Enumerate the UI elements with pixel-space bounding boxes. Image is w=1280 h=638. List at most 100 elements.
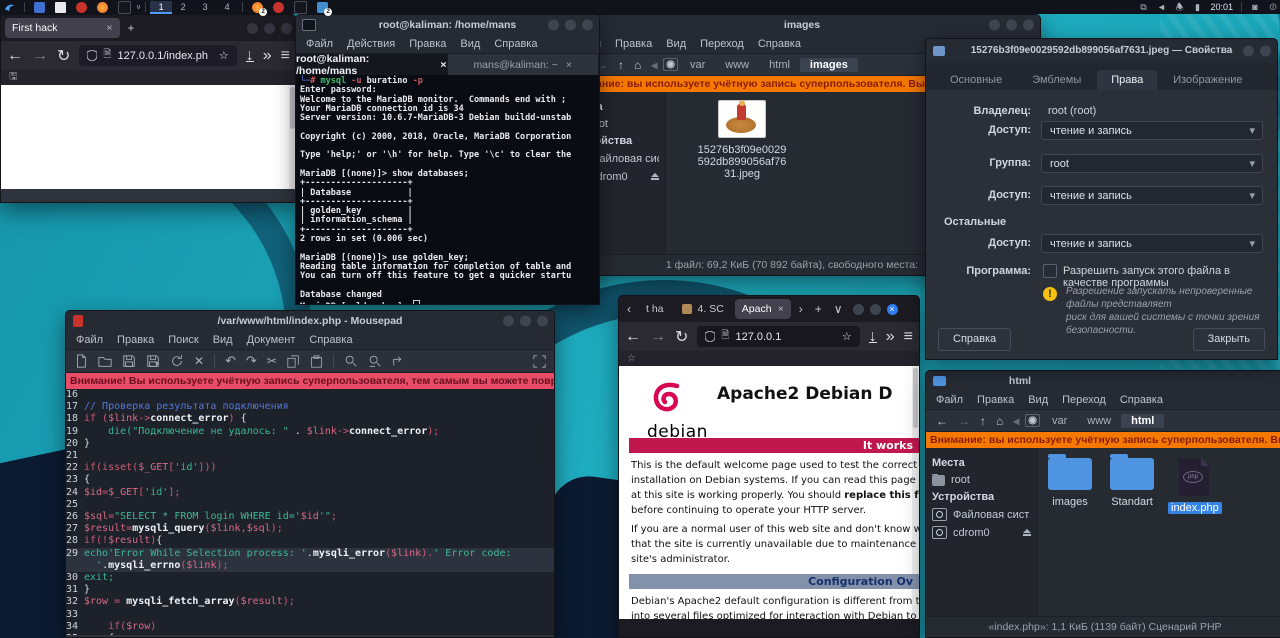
save-icon[interactable]: [122, 354, 136, 368]
file-item-images[interactable]: images: [1044, 458, 1096, 514]
new-tab-button[interactable]: +: [124, 21, 139, 35]
breadcrumb-www[interactable]: www: [1077, 414, 1121, 428]
filemanager-launcher-icon[interactable]: [34, 2, 45, 13]
menu-hamburger-icon[interactable]: ≡: [904, 328, 913, 346]
home-icon[interactable]: ⌂: [630, 58, 645, 72]
close-button[interactable]: [1023, 19, 1034, 30]
battery-icon[interactable]: ▮: [1192, 2, 1202, 12]
menu-item-Справка[interactable]: Справка: [309, 334, 352, 346]
back-icon[interactable]: ←: [932, 414, 952, 428]
save-as-icon[interactable]: [146, 354, 160, 368]
paste-icon[interactable]: [310, 355, 323, 368]
up-icon[interactable]: ↑: [614, 58, 628, 72]
workspace-button-4[interactable]: 4: [216, 1, 238, 14]
close-tab-icon[interactable]: ×: [440, 59, 446, 71]
terminal-output[interactable]: └─# mysql -u buratino -pEnter password:W…: [296, 75, 599, 305]
close-dialog-button[interactable]: Закрыть: [1193, 328, 1265, 351]
maximize-button[interactable]: [264, 23, 275, 34]
notifications-bell-icon[interactable]: 🕭: [1174, 2, 1184, 12]
close-button[interactable]: [537, 315, 548, 326]
launcher-dropdown-icon[interactable]: ∨: [136, 3, 141, 11]
help-button[interactable]: Справка: [938, 328, 1011, 351]
close-button[interactable]: ×: [887, 304, 898, 315]
crumb-collapse-icon[interactable]: ◂: [647, 58, 661, 72]
forward-icon[interactable]: →: [954, 414, 974, 428]
breadcrumb-www[interactable]: www: [715, 58, 759, 72]
back-icon[interactable]: ←: [7, 47, 23, 65]
minimize-button[interactable]: [548, 19, 559, 30]
scroll-tabs-left-icon[interactable]: ‹: [623, 302, 635, 316]
titlebar[interactable]: images: [564, 15, 1040, 34]
document-launcher-icon[interactable]: [55, 2, 66, 13]
taskbar-files-icon[interactable]: 2: [317, 2, 328, 13]
mousepad-launcher-icon[interactable]: [76, 2, 87, 13]
maximize-button[interactable]: [565, 19, 576, 30]
titlebar[interactable]: html: [926, 371, 1280, 390]
downloads-icon[interactable]: ↓: [246, 50, 254, 62]
menu-item-Справка[interactable]: Справка: [758, 38, 801, 50]
downloads-icon[interactable]: ↓: [869, 331, 877, 343]
copy-icon[interactable]: [287, 355, 300, 368]
undo-icon[interactable]: ↶: [225, 353, 236, 369]
menu-item-Файл[interactable]: Файл: [936, 394, 963, 406]
taskbar-firefox-icon[interactable]: 2: [252, 2, 263, 13]
minimize-button[interactable]: [247, 23, 258, 34]
properties-tab-Изображение[interactable]: Изображение: [1159, 70, 1256, 90]
taskbar-terminal-icon[interactable]: [294, 1, 307, 14]
workspace-button-1[interactable]: 1: [150, 1, 172, 14]
search-icon[interactable]: [344, 354, 358, 368]
url-text[interactable]: 127.0.0.1/index.ph: [117, 50, 212, 62]
terminal-launcher-icon[interactable]: [118, 1, 131, 14]
group-access-dropdown[interactable]: чтение и запись: [1041, 186, 1263, 205]
menu-item-Переход[interactable]: Переход: [700, 38, 744, 50]
close-tab-icon[interactable]: ×: [106, 22, 112, 34]
cut-icon[interactable]: ✂: [267, 354, 277, 368]
close-button[interactable]: [1260, 45, 1271, 56]
terminal-tab-mans[interactable]: mans@kaliman: ~×: [448, 54, 600, 75]
close-button[interactable]: [281, 23, 292, 34]
clock[interactable]: 20:01: [1210, 2, 1233, 12]
url-bar[interactable]: 🗎 127.0.0.1 ☆: [697, 326, 859, 347]
executable-checkbox[interactable]: [1043, 264, 1057, 278]
minimize-button[interactable]: [503, 315, 514, 326]
titlebar[interactable]: 15276b3f09e0029592db899056af7631.jpeg — …: [926, 39, 1277, 62]
fullscreen-icon[interactable]: [533, 355, 546, 368]
others-access-dropdown[interactable]: чтение и запись: [1041, 234, 1263, 253]
menu-item-Файл[interactable]: Файл: [306, 38, 333, 50]
file-item-Standart[interactable]: Standart: [1106, 458, 1158, 514]
new-tab-button[interactable]: +: [811, 302, 826, 316]
menu-item-Вид[interactable]: Вид: [213, 334, 233, 346]
menu-item-Файл[interactable]: Файл: [76, 334, 103, 346]
import-bookmarks-icon[interactable]: 🖫: [9, 69, 18, 86]
overflow-chevron-icon[interactable]: »: [886, 328, 895, 346]
close-tab-icon[interactable]: ×: [566, 59, 572, 71]
breadcrumb-var[interactable]: var: [680, 58, 715, 72]
new-document-icon[interactable]: [74, 354, 88, 368]
group-dropdown[interactable]: root: [1041, 154, 1263, 173]
url-text[interactable]: 127.0.0.1: [735, 331, 835, 343]
menu-item-Поиск[interactable]: Поиск: [168, 334, 198, 346]
redo-icon[interactable]: ↷: [246, 353, 257, 369]
maximize-button[interactable]: [870, 304, 881, 315]
menu-item-Вид[interactable]: Вид: [1028, 394, 1048, 406]
file-item-index.php[interactable]: index.php: [1168, 458, 1220, 514]
forward-icon[interactable]: →: [650, 328, 666, 346]
menu-item-Справка[interactable]: Справка: [1120, 394, 1163, 406]
titlebar[interactable]: /var/www/html/index.php - Mousepad: [66, 311, 554, 330]
menu-item-Справка[interactable]: Справка: [494, 38, 537, 50]
menu-item-Правка[interactable]: Правка: [615, 38, 652, 50]
filesystem-root-icon[interactable]: ◉: [1025, 414, 1040, 427]
sidebar-item-root[interactable]: root: [932, 474, 1031, 486]
menu-item-Документ[interactable]: Документ: [247, 334, 296, 346]
list-tabs-chevron-icon[interactable]: ∨: [830, 302, 847, 316]
sidebar-item-filesystem[interactable]: Файловая сист…: [932, 508, 1031, 521]
menu-item-Правка[interactable]: Правка: [409, 38, 446, 50]
file-item-jpeg[interactable]: 15276b3f09e0029 592db899056af76 31.jpeg: [692, 100, 792, 180]
taskbar-mousepad-icon[interactable]: [273, 2, 284, 13]
sidebar-item-cdrom[interactable]: cdrom0: [932, 526, 1031, 539]
up-icon[interactable]: ↑: [976, 414, 990, 428]
terminal-tab-root[interactable]: root@kaliman: /home/mans×: [296, 54, 448, 75]
maximize-button[interactable]: [520, 315, 531, 326]
tab-sc[interactable]: 4. SC: [675, 299, 731, 319]
menu-item-Переход[interactable]: Переход: [1062, 394, 1106, 406]
